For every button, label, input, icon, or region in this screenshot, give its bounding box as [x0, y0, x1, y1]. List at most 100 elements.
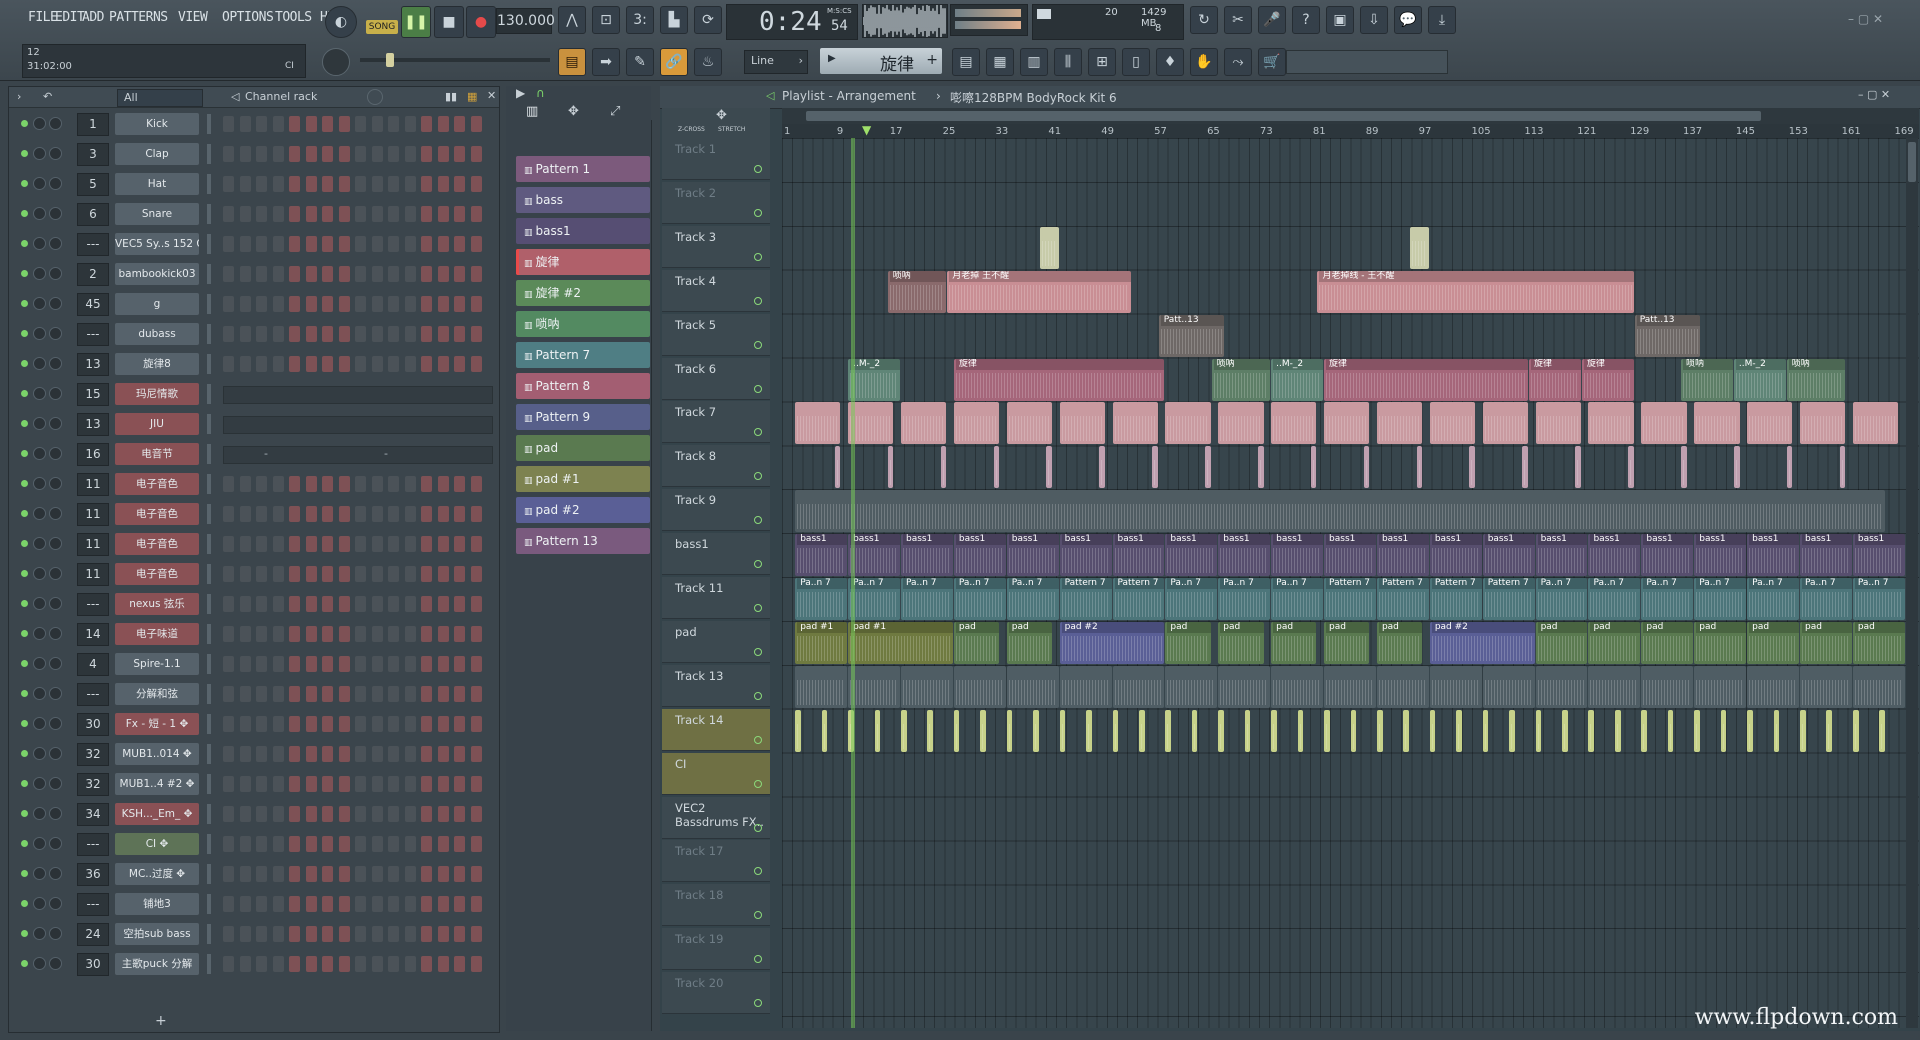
playlist-clip[interactable]: Pa..n 7: [1852, 578, 1905, 620]
step-button[interactable]: [239, 296, 251, 312]
pattern-clip-item[interactable]: ▥ Pattern 1: [516, 156, 650, 182]
step-button[interactable]: [404, 206, 416, 222]
step-button[interactable]: [322, 266, 333, 282]
playlist-clip[interactable]: [1376, 709, 1383, 752]
step-button[interactable]: [421, 206, 432, 222]
playlist-clip[interactable]: ..M-_2: [1733, 358, 1786, 401]
track-header[interactable]: Track 3: [662, 225, 770, 268]
step-button[interactable]: [289, 866, 300, 882]
channel-pan-knob[interactable]: [33, 927, 46, 940]
channel-mute-led[interactable]: [21, 690, 28, 697]
playlist-clip[interactable]: [1852, 665, 1905, 708]
step-button[interactable]: [437, 806, 449, 822]
step-button[interactable]: [454, 716, 465, 732]
playlist-clip[interactable]: [1694, 402, 1740, 445]
save-icon[interactable]: ▣: [1326, 6, 1354, 34]
track-mute-led[interactable]: [754, 516, 762, 525]
step-button[interactable]: [388, 476, 399, 492]
playlist-clip[interactable]: bass1: [795, 534, 848, 577]
playlist-clip[interactable]: [1614, 709, 1621, 752]
step-button[interactable]: [223, 716, 234, 732]
step-sequencer-row[interactable]: [223, 866, 491, 882]
playlist-clip[interactable]: [1667, 709, 1674, 752]
playlist-clip[interactable]: [1409, 226, 1429, 269]
step-sequencer-row[interactable]: [223, 536, 491, 552]
step-button[interactable]: [322, 806, 333, 822]
step-button[interactable]: [338, 326, 350, 342]
track-header[interactable]: Track 18: [662, 884, 770, 927]
step-button[interactable]: [289, 686, 300, 702]
step-button[interactable]: [421, 716, 432, 732]
step-button[interactable]: [256, 176, 267, 192]
step-button[interactable]: [338, 596, 350, 612]
step-button[interactable]: [289, 116, 300, 132]
chat-icon[interactable]: 💬: [1394, 6, 1422, 34]
step-button[interactable]: [223, 776, 234, 792]
channel-row[interactable]: --- nexus 弦乐: [9, 589, 499, 619]
playlist-clip[interactable]: [1165, 402, 1211, 445]
playlist-clip[interactable]: [900, 402, 947, 445]
step-button[interactable]: [305, 506, 317, 522]
playlist-clip[interactable]: Pa..n 7: [1588, 578, 1641, 620]
playlist-clip[interactable]: [1456, 709, 1462, 752]
step-button[interactable]: [437, 836, 449, 852]
step-button[interactable]: [239, 116, 251, 132]
pattern-clip-item[interactable]: ▥ bass1: [516, 218, 650, 244]
playlist-clip[interactable]: Pattern 7: [1059, 578, 1112, 620]
automation-clips-icon[interactable]: ⤢: [610, 104, 620, 119]
channel-row[interactable]: 11 电子音色: [9, 499, 499, 529]
step-button[interactable]: [338, 806, 350, 822]
channel-pan-knob[interactable]: [33, 237, 46, 250]
step-button[interactable]: [256, 356, 267, 372]
channel-mute-led[interactable]: [21, 300, 28, 307]
channel-mute-led[interactable]: [21, 150, 28, 157]
track-mute-led[interactable]: [754, 647, 762, 656]
step-sequencer-row[interactable]: --: [223, 446, 493, 464]
step-sequencer-icon[interactable]: ▦: [467, 90, 477, 103]
playlist-clip[interactable]: bass1: [1324, 534, 1376, 577]
step-button[interactable]: [454, 206, 465, 222]
step-button[interactable]: [388, 296, 399, 312]
step-sequencer-row[interactable]: [223, 506, 491, 522]
step-button[interactable]: [338, 836, 350, 852]
step-button[interactable]: [338, 926, 350, 942]
channel-mute-led[interactable]: [21, 930, 28, 937]
playlist-clip[interactable]: [1575, 446, 1581, 489]
step-button[interactable]: [322, 356, 333, 372]
track-mute-led[interactable]: [754, 296, 762, 305]
playlist-clip[interactable]: [1747, 402, 1793, 445]
channel-row[interactable]: 11 电子音色: [9, 469, 499, 499]
channel-volume-knob[interactable]: [49, 867, 62, 880]
channel-volume-knob[interactable]: [49, 507, 62, 520]
playlist-clip[interactable]: [1535, 402, 1581, 445]
step-button[interactable]: [338, 746, 350, 762]
step-button[interactable]: [256, 896, 267, 912]
step-button[interactable]: [470, 656, 482, 672]
channel-row[interactable]: 5 Hat: [9, 169, 499, 199]
step-button[interactable]: [437, 176, 449, 192]
step-button[interactable]: [256, 596, 267, 612]
playlist-clip[interactable]: [1218, 402, 1264, 445]
step-button[interactable]: [338, 176, 350, 192]
track-header[interactable]: Track 11: [662, 577, 770, 619]
playlist-clip[interactable]: Pa..n 7: [1800, 578, 1852, 620]
step-sequencer-row[interactable]: [223, 236, 491, 252]
step-button[interactable]: [355, 776, 366, 792]
step-button[interactable]: [239, 326, 251, 342]
step-button[interactable]: [421, 896, 432, 912]
cut-icon[interactable]: ✂: [1224, 6, 1252, 34]
step-button[interactable]: [355, 356, 366, 372]
step-button[interactable]: [305, 626, 317, 642]
playlist-clip[interactable]: [1588, 709, 1595, 752]
step-button[interactable]: [305, 746, 317, 762]
step-button[interactable]: [454, 536, 465, 552]
step-button[interactable]: [305, 206, 317, 222]
channel-select-indicator[interactable]: [207, 714, 211, 734]
step-button[interactable]: [256, 206, 267, 222]
track-header[interactable]: Track 9: [662, 489, 770, 532]
track-mute-led[interactable]: [754, 604, 762, 612]
channel-row[interactable]: 32 MUB1..4 #2 ✥: [9, 769, 499, 799]
step-button[interactable]: [388, 686, 399, 702]
playlist-clip[interactable]: bass1: [1429, 534, 1482, 577]
piano-roll-icon[interactable]: ▦: [986, 48, 1014, 76]
